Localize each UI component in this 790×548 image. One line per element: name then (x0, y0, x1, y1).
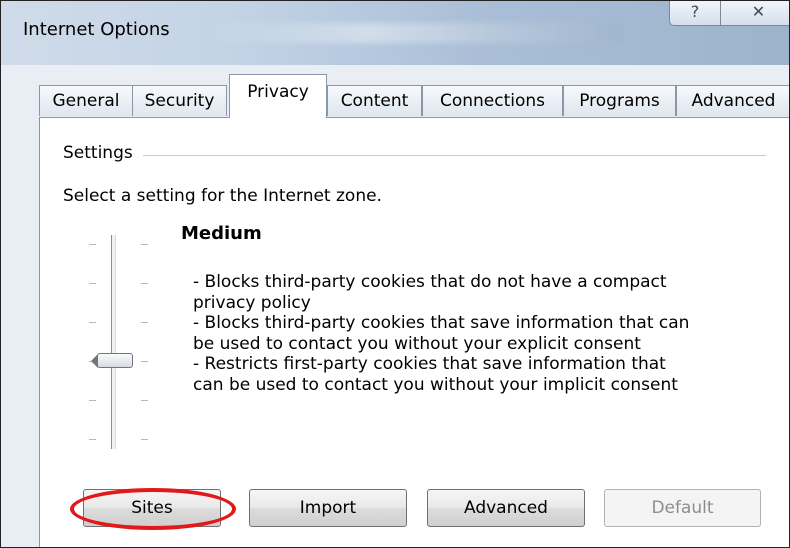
tab-programs[interactable]: Programs (563, 85, 676, 116)
slider-tick (141, 322, 148, 323)
zone-prompt: Select a setting for the Internet zone. (63, 186, 382, 206)
internet-options-dialog: Internet Options ? ✕ General Security Pr… (0, 0, 790, 548)
tab-content[interactable]: Content (327, 85, 422, 116)
import-button[interactable]: Import (249, 489, 407, 527)
tab-advanced[interactable]: Advanced (676, 85, 789, 116)
description-line: - Restricts first-party cookies that sav… (193, 354, 666, 374)
privacy-slider-thumb[interactable] (97, 353, 133, 368)
description-line: privacy policy (193, 292, 311, 313)
description-line: can be used to contact you without your … (193, 374, 678, 395)
title-bar[interactable]: Internet Options ? ✕ (1, 1, 789, 65)
description-line: be used to contact you without your expl… (193, 333, 641, 354)
sites-highlight-ring (70, 488, 236, 530)
settings-group-divider (63, 155, 766, 156)
slider-tick (89, 322, 96, 323)
slider-tick (141, 400, 148, 401)
privacy-level-title: Medium (181, 223, 262, 244)
default-button: Default (604, 489, 761, 527)
privacy-level-description: - Blocks third-party cookies that do not… (193, 272, 763, 395)
slider-tick (89, 400, 96, 401)
tab-connections[interactable]: Connections (422, 85, 563, 116)
tab-general[interactable]: General (39, 85, 133, 116)
advanced-button[interactable]: Advanced (427, 489, 585, 527)
slider-tick (141, 361, 148, 362)
tab-privacy[interactable]: Privacy (229, 74, 327, 118)
slider-tick (89, 283, 96, 284)
slider-tick (141, 439, 148, 440)
slider-tick (141, 283, 148, 284)
slider-tick (89, 439, 96, 440)
title-bar-background (201, 23, 621, 43)
close-button[interactable]: ✕ (720, 1, 789, 26)
window-title: Internet Options (23, 19, 170, 40)
slider-tick (89, 244, 96, 245)
settings-group-label: Settings (63, 143, 143, 163)
privacy-slider-track[interactable] (111, 235, 116, 449)
help-button[interactable]: ? (669, 1, 721, 26)
slider-tick (141, 244, 148, 245)
description-line: - Blocks third-party cookies that do not… (193, 272, 667, 292)
description-line: - Blocks third-party cookies that save i… (193, 313, 690, 333)
tab-security[interactable]: Security (132, 85, 227, 116)
